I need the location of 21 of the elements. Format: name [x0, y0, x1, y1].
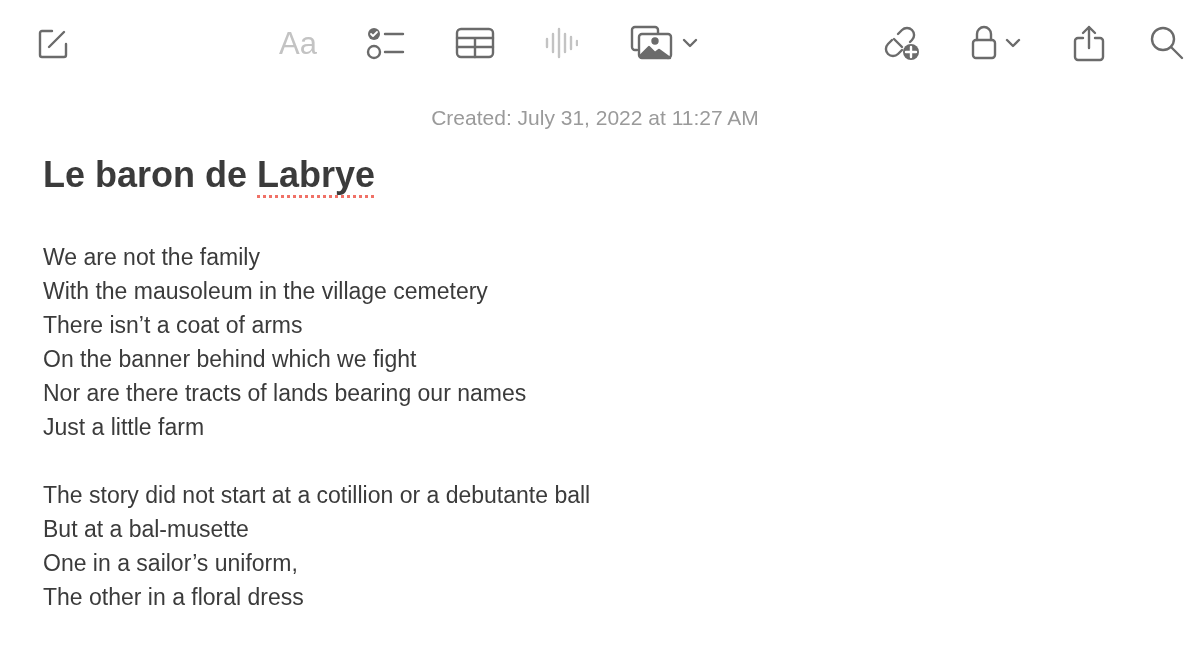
text-line: On the banner behind which we fight: [43, 345, 417, 372]
created-date: Created: July 31, 2022 at 11:27 AM: [430, 105, 760, 131]
text-line: Nor are there tracts of lands bearing our names: [43, 379, 527, 406]
text-line: There isn’t a coat of arms: [43, 311, 303, 338]
text-line: Just a little farm: [43, 413, 205, 440]
text-line: We are not the family: [43, 243, 260, 270]
waveform-icon: [543, 25, 578, 61]
text-line: The story did not start at a cotillion or a debutante ball: [43, 481, 591, 508]
share-icon: [1072, 24, 1105, 62]
text-line: The other in a floral dress: [43, 583, 304, 610]
caret-icon: [1004, 38, 1021, 48]
text-line: But at a bal-musette: [43, 515, 249, 542]
text-line: With the mausoleum in the village cemetery: [43, 277, 488, 304]
lock-icon: [970, 25, 997, 61]
note-title: Le baron de Labrye: [43, 152, 377, 197]
caret-icon: [681, 38, 698, 48]
search-icon: [1148, 25, 1185, 61]
photos-icon: [629, 25, 674, 61]
table-icon: [454, 27, 495, 59]
text-line: One in a sailor’s uniform,: [43, 549, 298, 576]
checklist-icon: [365, 26, 406, 60]
